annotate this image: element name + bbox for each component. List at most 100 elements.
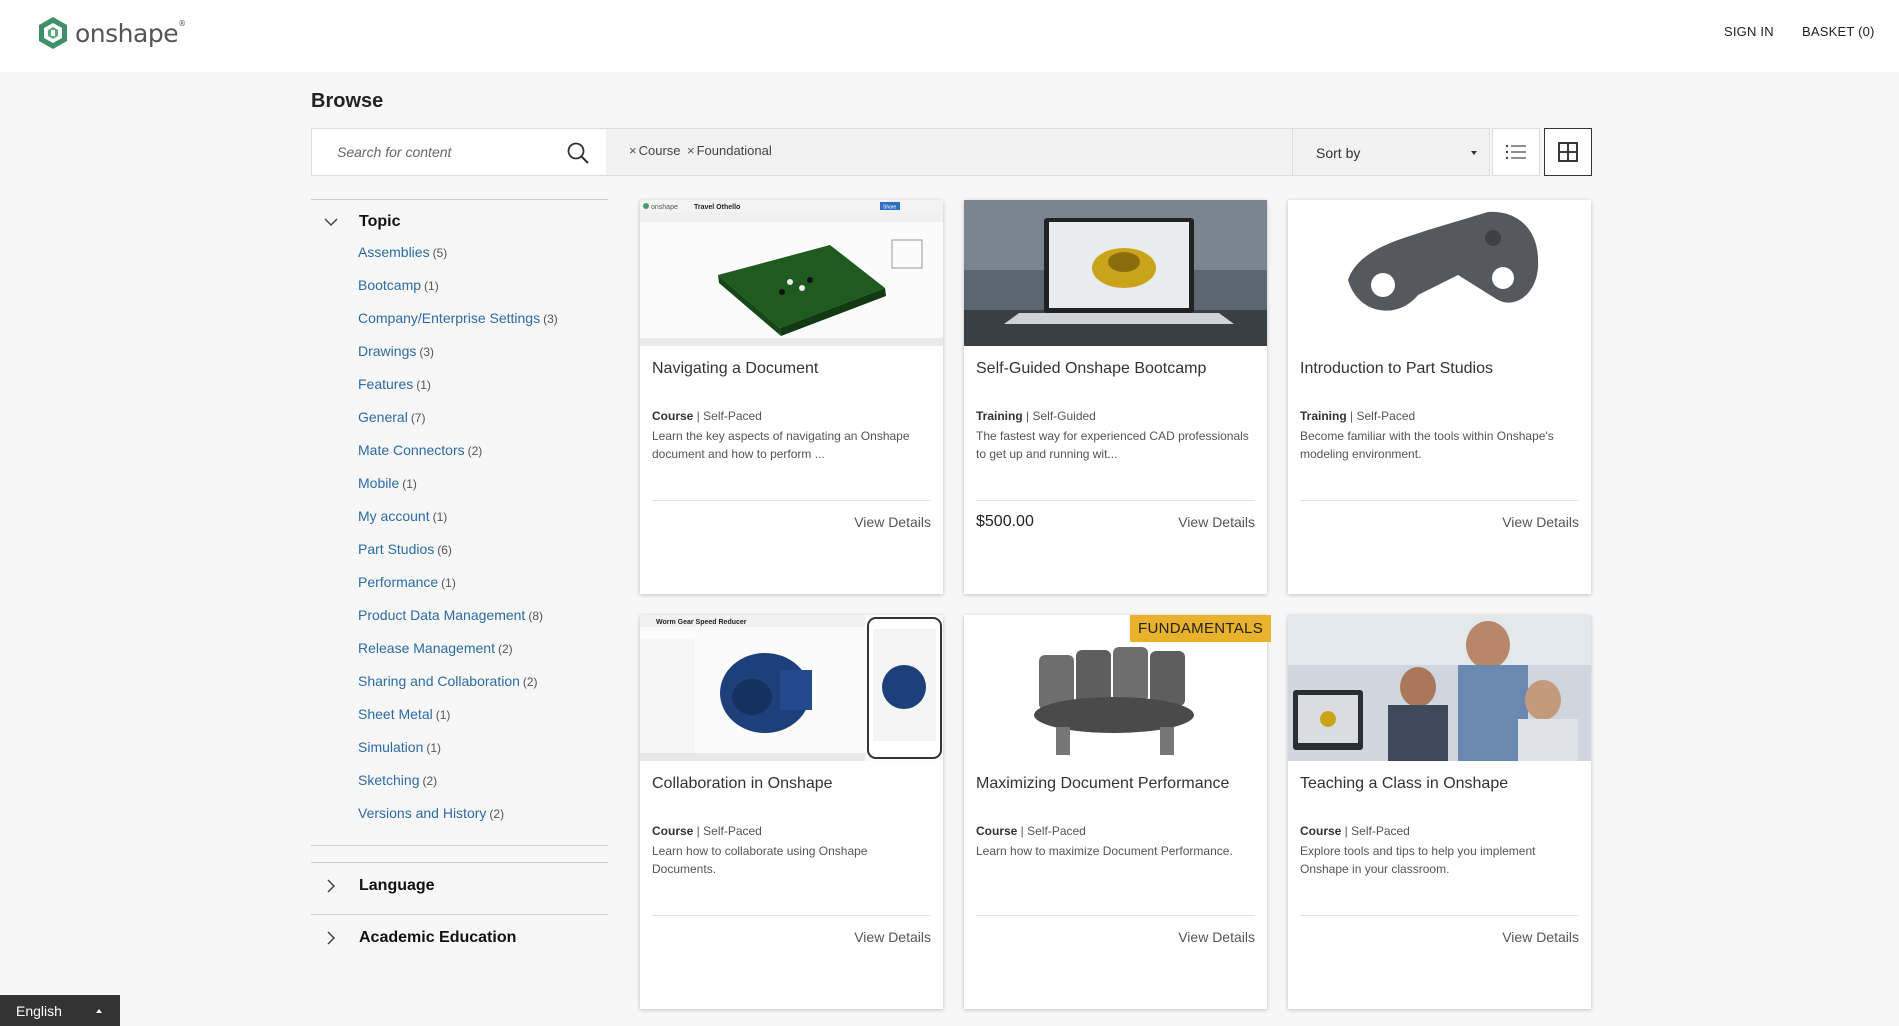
topic-link[interactable]: Bootcamp (358, 277, 421, 293)
topic-link[interactable]: Part Studios (358, 541, 434, 557)
logo-text: onshape® (75, 18, 186, 48)
laptop-photo-thumbnail (964, 200, 1267, 346)
remove-icon[interactable]: × (629, 143, 637, 158)
topic-link[interactable]: Versions and History (358, 805, 486, 821)
topic-count: (1) (416, 378, 431, 392)
topic-item[interactable]: Part Studios (6) (358, 541, 608, 574)
card-title[interactable]: Maximizing Document Performance (976, 775, 1229, 793)
facet-topic-header[interactable]: Topic (311, 200, 608, 244)
card-title[interactable]: Navigating a Document (652, 360, 818, 378)
course-card[interactable]: onshape Travel Othello Share Navigating … (640, 200, 943, 594)
topic-link[interactable]: Performance (358, 574, 438, 590)
topic-item[interactable]: My account (1) (358, 508, 608, 541)
topic-link[interactable]: Features (358, 376, 413, 392)
classroom-photo-thumbnail (1288, 615, 1591, 761)
course-card[interactable]: Self-Guided Onshape Bootcamp Training | … (964, 200, 1267, 594)
topic-link[interactable]: Assemblies (358, 244, 430, 260)
course-card[interactable]: Introduction to Part Studios Training | … (1288, 200, 1591, 594)
facet-academic-title: Academic Education (359, 929, 517, 946)
topic-link[interactable]: Sheet Metal (358, 706, 433, 722)
view-details-link[interactable]: View Details (1502, 929, 1579, 945)
search-icon[interactable] (566, 141, 590, 165)
gear-reducer-thumbnail: Worm Gear Speed Reducer (640, 615, 943, 761)
topic-item[interactable]: Sharing and Collaboration (2) (358, 673, 608, 706)
svg-text:Travel Othello: Travel Othello (694, 204, 740, 211)
topic-item[interactable]: Company/Enterprise Settings (3) (358, 310, 608, 343)
topic-link[interactable]: Sketching (358, 772, 419, 788)
topic-link[interactable]: Mate Connectors (358, 442, 465, 458)
topic-item[interactable]: Features (1) (358, 376, 608, 409)
card-price: $500.00 (976, 513, 1034, 530)
topic-count: (2) (522, 675, 538, 689)
card-thumbnail[interactable] (1288, 615, 1591, 761)
topic-link[interactable]: Sharing and Collaboration (358, 673, 520, 689)
topic-item[interactable]: Versions and History (2) (358, 805, 608, 838)
chevron-down-icon (324, 218, 338, 227)
topic-item[interactable]: Simulation (1) (358, 739, 608, 772)
topic-link[interactable]: General (358, 409, 408, 425)
topic-link[interactable]: Simulation (358, 739, 423, 755)
active-filters-bar: × Course × Foundational (606, 128, 1293, 176)
sort-dropdown[interactable]: Sort by (1293, 128, 1490, 176)
topic-count: (3) (419, 345, 435, 359)
card-thumbnail[interactable] (964, 200, 1267, 346)
topic-link[interactable]: Release Management (358, 640, 495, 656)
course-card[interactable]: Worm Gear Speed Reducer Collaboration in… (640, 615, 943, 1009)
language-label: English (16, 1003, 62, 1019)
remove-icon[interactable]: × (687, 143, 695, 158)
card-meta: Training | Self-Paced (1300, 409, 1416, 423)
topic-item[interactable]: Sheet Metal (1) (358, 706, 608, 739)
course-card[interactable]: Teaching a Class in Onshape Course | Sel… (1288, 615, 1591, 1009)
topic-count: (3) (543, 312, 558, 326)
topic-item[interactable]: Sketching (2) (358, 772, 608, 805)
topic-list: Assemblies (5) Bootcamp (1) Company/Enterp… (311, 244, 608, 838)
topic-link[interactable]: Company/Enterprise Settings (358, 310, 540, 326)
filter-chip-foundational[interactable]: × Foundational (687, 143, 772, 158)
view-details-link[interactable]: View Details (854, 929, 931, 945)
filter-chip-course[interactable]: × Course (629, 143, 681, 158)
topic-item[interactable]: Drawings (3) (358, 343, 608, 376)
fundamentals-badge: FUNDAMENTALS (1130, 615, 1271, 642)
card-thumbnail[interactable] (1288, 200, 1591, 346)
topic-count: (7) (410, 411, 426, 425)
topic-item[interactable]: Release Management (2) (358, 640, 608, 673)
course-card[interactable]: FUNDAMENTALS Maximizing Document Perform… (964, 615, 1271, 1009)
topic-count: (1) (432, 510, 448, 524)
topic-item[interactable]: Assemblies (5) (358, 244, 608, 277)
topic-link[interactable]: My account (358, 508, 430, 524)
topic-item[interactable]: Performance (1) (358, 574, 608, 607)
topic-item[interactable]: Product Data Management (8) (358, 607, 608, 640)
topic-count: (8) (528, 609, 543, 623)
facet-academic-header[interactable]: Academic Education (311, 915, 608, 966)
card-thumbnail[interactable]: Worm Gear Speed Reducer (640, 615, 943, 761)
card-thumbnail[interactable]: onshape Travel Othello Share (640, 200, 943, 346)
view-details-link[interactable]: View Details (1178, 929, 1255, 945)
part-model-thumbnail (1288, 200, 1591, 346)
site-header: onshape® SIGN IN BASKET (0) (0, 0, 1899, 72)
topic-item[interactable]: Bootcamp (1) (358, 277, 608, 310)
view-details-link[interactable]: View Details (854, 514, 931, 530)
list-view-button[interactable] (1492, 128, 1540, 176)
grid-view-button[interactable] (1544, 128, 1592, 176)
cad-screenshot-thumbnail: onshape Travel Othello Share (640, 200, 943, 346)
card-title[interactable]: Introduction to Part Studios (1300, 360, 1493, 378)
facet-language-header[interactable]: Language (311, 863, 608, 914)
topic-count: (2) (497, 642, 513, 656)
topic-item[interactable]: General (7) (358, 409, 608, 442)
search-input[interactable] (326, 129, 566, 175)
topic-link[interactable]: Product Data Management (358, 607, 525, 623)
topic-item[interactable]: Mobile (1) (358, 475, 608, 508)
card-title[interactable]: Collaboration in Onshape (652, 775, 833, 793)
language-picker[interactable]: English (0, 995, 120, 1026)
basket-link[interactable]: BASKET (0) (1802, 24, 1875, 39)
topic-item[interactable]: Mate Connectors (2) (358, 442, 608, 475)
topic-link[interactable]: Drawings (358, 343, 416, 359)
svg-text:Worm Gear Speed Reducer: Worm Gear Speed Reducer (656, 619, 747, 626)
sign-in-link[interactable]: SIGN IN (1724, 24, 1774, 39)
view-details-link[interactable]: View Details (1502, 514, 1579, 530)
topic-link[interactable]: Mobile (358, 475, 399, 491)
view-details-link[interactable]: View Details (1178, 514, 1255, 530)
onshape-logo[interactable]: onshape® (38, 16, 186, 50)
card-title[interactable]: Self-Guided Onshape Bootcamp (976, 360, 1206, 378)
card-title[interactable]: Teaching a Class in Onshape (1300, 775, 1508, 793)
